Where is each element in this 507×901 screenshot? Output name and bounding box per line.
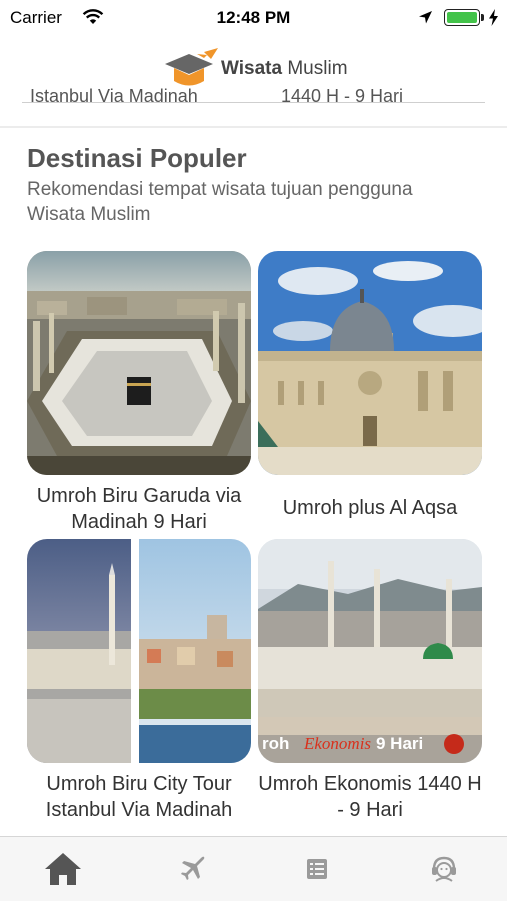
customer-service-icon [432,856,456,882]
card-title: Umroh Biru City Tour Istanbul Via Madina… [45,773,233,821]
banner-text-right: 9 Hari [376,734,424,753]
cut-off-label-left: Istanbul Via Madinah [30,88,198,106]
status-bar: Carrier 12:48 PM [0,0,507,36]
tab-list[interactable] [295,847,339,891]
tab-home[interactable] [41,847,85,891]
madinah-istanbul-photo [27,539,251,763]
al-aqsa-dome-photo [258,251,482,475]
banner-text-middle: Ekonomis [304,734,372,753]
card-title: Umroh Biru Garuda via Madinah 9 Hari [36,485,242,533]
tab-support[interactable] [422,847,466,891]
logo-regular-text: Muslim [287,58,348,79]
home-icon [45,853,81,885]
app-logo: Wisata Muslim [163,48,353,90]
logo-text: Wisata Muslim [221,58,348,80]
battery-tip [481,14,484,21]
kaaba-mecca-photo [27,251,251,475]
charging-bolt-icon [489,9,498,26]
divider [22,102,485,103]
card-title: Umroh plus Al Aqsa [282,497,458,519]
list-icon [307,859,327,879]
battery-icon [444,9,480,26]
logo-bold-text: Wisata [221,58,283,79]
nabawi-mosque-photo: roh Ekonomis 9 Hari [258,539,482,763]
promo-banner: roh Ekonomis 9 Hari [258,734,482,756]
previous-section-remnant: Istanbul Via Madinah 1440 H - 9 Hari [0,88,507,126]
bottom-tab-bar [0,836,507,901]
section-subtitle: Rekomendasi tempat wisata tujuan penggun… [27,179,413,225]
graduation-cap-plane-icon [165,48,218,86]
airplane-icon [181,856,205,880]
tab-flights[interactable] [168,847,212,891]
banner-text-left: roh [262,734,290,753]
popular-destinations-section: Destinasi Populer Rekomendasi tempat wis… [0,128,507,836]
location-arrow-icon [419,11,432,24]
section-title: Destinasi Populer [27,143,247,173]
card-title: Umroh Ekonomis 1440 H - 9 Hari [258,773,482,821]
cut-off-label-right: 1440 H - 9 Hari [281,88,404,106]
